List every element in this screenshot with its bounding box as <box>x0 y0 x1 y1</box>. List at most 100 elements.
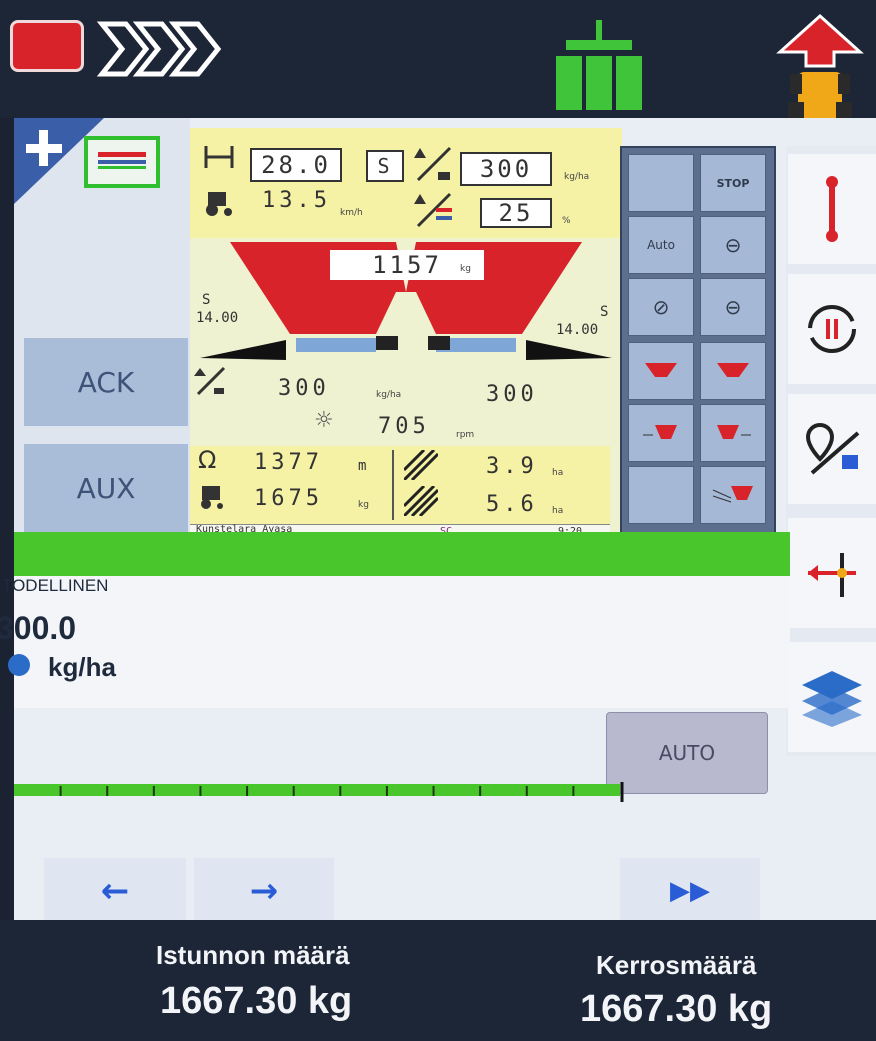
boom-section-button[interactable] <box>788 154 876 264</box>
right-section-button[interactable] <box>700 342 766 400</box>
ack-button[interactable]: ACK <box>24 338 188 426</box>
pto-unit: rpm <box>456 430 475 440</box>
map-pin-icon <box>805 422 860 475</box>
softkey-blank-1[interactable] <box>628 154 694 212</box>
rate-row-icon <box>194 366 226 396</box>
pto-rpm: 705 <box>378 414 430 439</box>
layers-icon <box>802 671 862 727</box>
forward-speed-unit: km/h <box>340 208 363 218</box>
spread-pattern-button[interactable] <box>700 466 766 524</box>
panel-label: TODELLINEN <box>2 576 109 595</box>
softkey-grid: STOP Auto ⊖ ⊘ ⊖ <box>620 146 776 538</box>
distance-value: 1377 <box>254 450 323 475</box>
guidance-button[interactable] <box>788 518 876 628</box>
aux-button[interactable]: AUX <box>24 444 188 532</box>
rate-row-unit: kg/ha <box>376 390 402 400</box>
area-total-icon <box>404 486 438 516</box>
minus-circle-icon[interactable]: ⊖ <box>700 216 766 274</box>
right-s-label: S <box>600 304 609 320</box>
globe-icon <box>8 654 30 676</box>
spreader-display: 28.0 S 13.5 km/h 300 kg/ha 25 % 1157 kg … <box>190 128 622 541</box>
spread-pattern-icon <box>712 486 753 503</box>
working-width-icon <box>204 146 234 168</box>
step-unit: % <box>562 216 571 226</box>
auto-button[interactable]: AUTO <box>606 712 768 794</box>
area-partial-unit: ha <box>552 468 564 478</box>
left-border-icon <box>643 425 677 439</box>
rate-icon <box>414 146 452 182</box>
right-width: 14.00 <box>556 322 599 338</box>
progress-fill <box>14 784 620 796</box>
left-rate: 300 <box>278 376 330 401</box>
guidance-icon <box>808 553 856 597</box>
step-field[interactable]: 25 <box>480 198 552 228</box>
area-partial: 3.9 <box>486 454 538 479</box>
chevrons-right-icon <box>96 21 222 77</box>
area-total: 5.6 <box>486 492 538 517</box>
rate-step-icon <box>414 192 452 228</box>
right-toolbar <box>786 146 876 756</box>
session-label: Istunnon määrä <box>156 940 350 970</box>
rate-field[interactable]: 300 <box>460 152 552 186</box>
minus-circle-icon-2[interactable]: ⊖ <box>700 278 766 336</box>
gauge-icon[interactable]: ⊘ <box>628 278 694 336</box>
speed-mode-field[interactable]: S <box>366 150 404 182</box>
right-border-button[interactable] <box>700 404 766 462</box>
layer-value: 1667.30 kg <box>580 988 773 1030</box>
aux-label: AUX <box>76 471 136 505</box>
left-border-button[interactable] <box>628 404 694 462</box>
counter-divider <box>392 450 394 520</box>
rotate-sync-button[interactable] <box>788 274 876 384</box>
layers-button[interactable] <box>788 642 876 752</box>
hopper-unit: kg <box>460 264 471 274</box>
speed-field[interactable]: 28.0 <box>250 148 342 182</box>
implement-icon[interactable] <box>552 16 646 112</box>
mass-value: 1675 <box>254 486 323 511</box>
auto-mode-button[interactable]: Auto <box>628 216 694 274</box>
left-s-label: S <box>202 292 211 308</box>
counters-section <box>190 446 610 524</box>
pto-icon: ☼ <box>314 408 334 433</box>
boom-section-icon <box>826 176 838 242</box>
session-value: 1667.30 kg <box>160 980 353 1022</box>
softkey-blank-2[interactable] <box>628 466 694 524</box>
left-hopper-icon <box>645 363 677 377</box>
rate-unit: kg/ha <box>564 172 590 182</box>
right-hopper-icon <box>717 363 749 377</box>
mass-icon <box>201 486 223 509</box>
bottom-totals-bar: Istunnon määrä 1667.30 kg Kerrosmäärä 16… <box>0 920 876 1041</box>
skip-forward-button[interactable]: ▶▶ <box>620 858 760 924</box>
stop-label: STOP <box>716 176 750 190</box>
right-border-icon <box>717 425 751 439</box>
rate-panel: TODELLINEN 300.0 kg/ha <box>0 576 790 708</box>
area-total-unit: ha <box>552 506 564 516</box>
layer-label: Kerrosmäärä <box>596 950 757 980</box>
tractor-up-icon[interactable] <box>776 12 864 130</box>
stop-button[interactable]: STOP <box>700 154 766 212</box>
area-partial-icon <box>404 450 438 480</box>
right-rate: 300 <box>486 382 538 407</box>
arrow-left-icon: ← <box>100 871 130 911</box>
panel-unit: kg/ha <box>48 652 116 682</box>
fast-forward-icon: ▶▶ <box>670 876 710 906</box>
left-section-button[interactable] <box>628 342 694 400</box>
mass-unit: kg <box>358 500 369 510</box>
distance-icon: Ω <box>198 446 217 474</box>
arrow-right-icon: → <box>249 871 279 911</box>
status-indicator[interactable] <box>10 20 84 72</box>
panel-header <box>14 576 790 596</box>
tractor-speed-icon <box>206 192 232 216</box>
map-pin-button[interactable] <box>788 394 876 504</box>
ack-label: ACK <box>77 365 135 399</box>
next-button[interactable]: → <box>194 858 334 924</box>
auto-mode-label: Auto <box>647 238 675 252</box>
rotate-sync-icon <box>808 305 856 353</box>
prev-button[interactable]: ← <box>44 858 186 924</box>
forward-speed: 13.5 <box>262 188 331 213</box>
left-width: 14.00 <box>196 310 239 326</box>
panel-value: 300.0 <box>0 610 77 646</box>
spreader-top-section <box>190 128 622 238</box>
auto-button-label: AUTO <box>658 741 716 765</box>
rate-progress-bar <box>14 782 624 802</box>
spreader-mode-icon[interactable] <box>84 136 160 188</box>
